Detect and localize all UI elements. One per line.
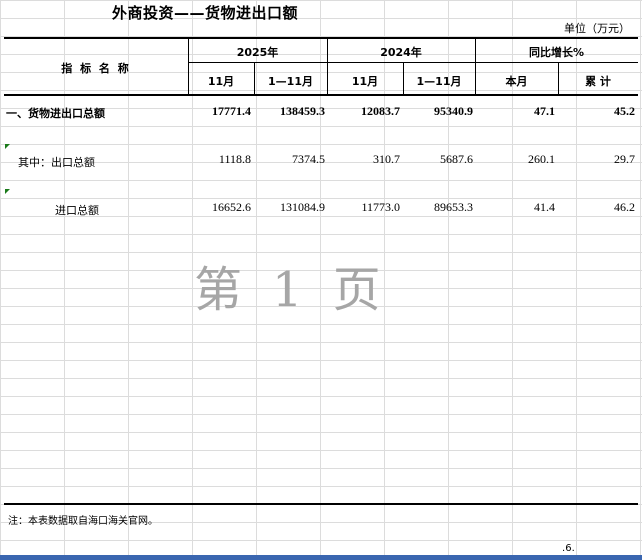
cell-total-2024-cumulative: 95340.9 (434, 104, 473, 118)
header-2024-cumulative: 1—11月 (416, 75, 462, 88)
cell-total-yoy-cumulative: 45.2 (614, 104, 635, 118)
cell-total-2025-month: 17771.4 (212, 104, 251, 118)
cell-comment-marker (5, 189, 10, 194)
header-yoy: 同比增长% (528, 46, 585, 59)
header-year-2025: 2025年 (236, 46, 279, 59)
page-number: .6. (562, 543, 575, 554)
header-total: 累 计 (585, 75, 611, 88)
header-this-month: 本月 (505, 75, 528, 88)
row-label-import: 进口总额 (55, 204, 99, 217)
table-top-border (4, 37, 638, 39)
watermark-text: 页 (332, 262, 389, 318)
window-bottom-bar (0, 555, 642, 560)
cell-import-yoy-month: 41.4 (534, 200, 555, 214)
unit-label: 单位（万元） (564, 22, 630, 35)
header-2025-cumulative: 1—11月 (268, 75, 313, 88)
table-bottom-border (4, 503, 638, 505)
cell-export-yoy-cumulative: 29.7 (614, 152, 635, 166)
header-indicator: 指 标 名 称 (61, 62, 131, 75)
cell-export-2025-month: 1118.8 (218, 152, 251, 166)
cell-comment-marker (5, 144, 10, 149)
cell-export-2024-cumulative: 5687.6 (440, 152, 473, 166)
cell-export-2025-cumulative: 7374.5 (292, 152, 325, 166)
cell-total-yoy-month: 47.1 (534, 104, 555, 118)
page-number-value: 6 (565, 543, 572, 554)
header-2024-month: 11月 (351, 75, 379, 88)
cell-total-2025-cumulative: 138459.3 (280, 104, 325, 118)
watermark-page-number: 1 (272, 262, 311, 318)
cell-import-2025-cumulative: 131084.9 (280, 200, 325, 214)
footnote: 注：本表数据取自海口海关官网。 (8, 516, 158, 527)
page-watermark: 第1页 (194, 250, 411, 320)
row-label-total: 一、货物进出口总额 (6, 107, 105, 120)
header-year-2024: 2024年 (380, 46, 422, 59)
header-mid-border (188, 62, 638, 63)
page-title: 外商投资——货物进出口额 (112, 4, 299, 22)
cell-export-2024-month: 310.7 (373, 152, 400, 166)
cell-total-2024-month: 12083.7 (361, 104, 400, 118)
cell-import-2024-cumulative: 89653.3 (434, 200, 473, 214)
cell-import-2024-month: 11773.0 (361, 200, 400, 214)
watermark-text: 第 (194, 262, 251, 318)
header-bottom-border (4, 94, 638, 96)
cell-import-2025-month: 16652.6 (212, 200, 251, 214)
cell-export-yoy-month: 260.1 (528, 152, 555, 166)
row-label-export: 其中：出口总额 (18, 156, 95, 169)
cell-import-yoy-cumulative: 46.2 (614, 200, 635, 214)
header-2025-month: 11月 (207, 75, 235, 88)
